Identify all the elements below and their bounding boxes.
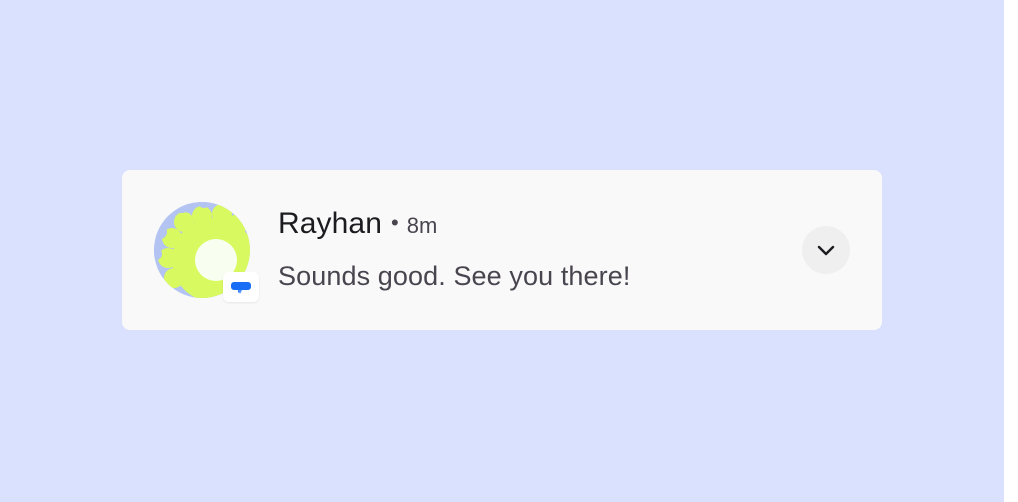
notification-header: Rayhan • 8m <box>278 207 437 243</box>
wallpaper-background: Rayhan • 8m Sounds good. See you there! <box>0 0 1004 502</box>
app-badge <box>223 272 259 302</box>
messages-app-icon <box>231 282 251 294</box>
message-text: Sounds good. See you there! <box>278 261 631 291</box>
sender-name: Rayhan <box>278 207 383 240</box>
expand-button[interactable] <box>802 226 850 274</box>
avatar <box>154 202 259 302</box>
notification-card[interactable]: Rayhan • 8m Sounds good. See you there! <box>122 170 882 330</box>
separator-dot: • <box>391 210 399 235</box>
timestamp: 8m <box>406 213 438 238</box>
chevron-down-icon <box>817 245 835 256</box>
